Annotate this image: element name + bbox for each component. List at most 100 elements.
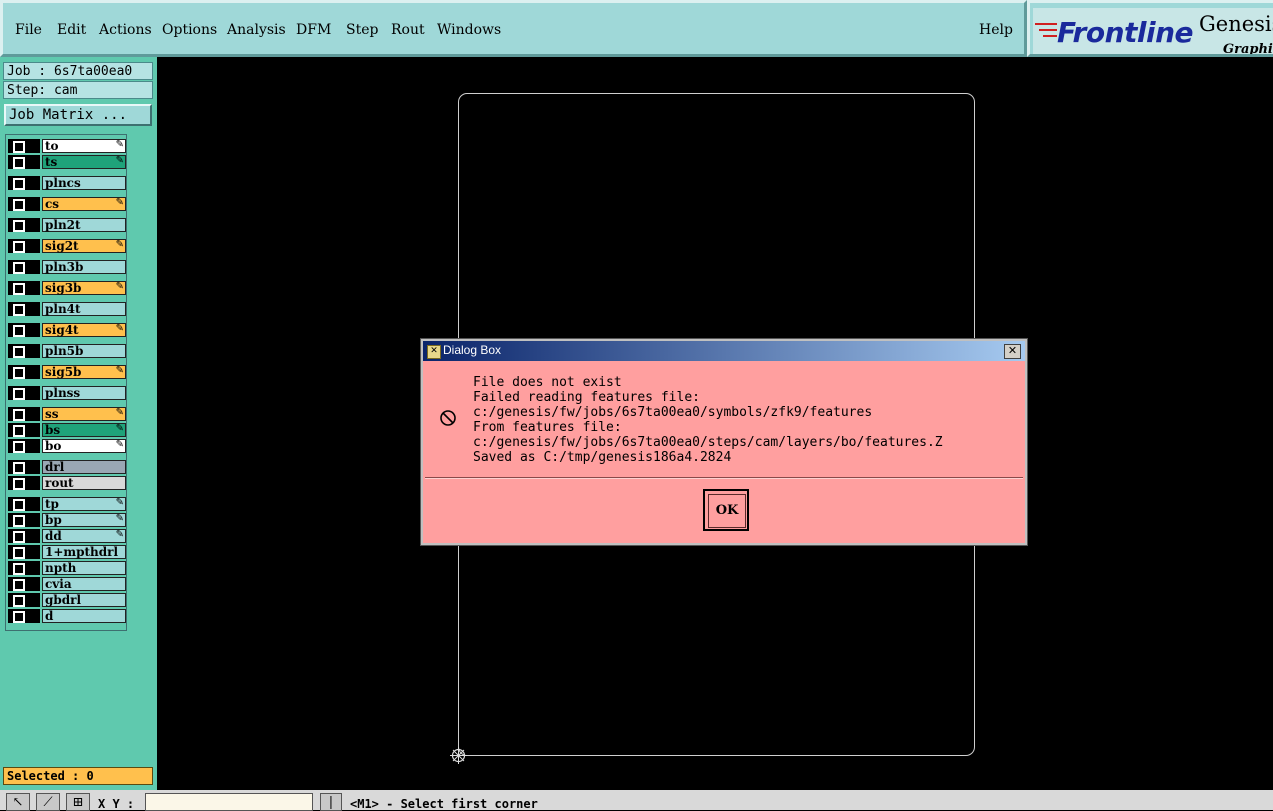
menu-help[interactable]: Help (979, 22, 1013, 38)
layer-row-plncs[interactable]: plncs (8, 176, 126, 190)
layer-name[interactable]: 1+mpthdrl (42, 545, 126, 559)
layer-name[interactable]: pln2t (42, 218, 126, 232)
layer-row-ss[interactable]: ss ✎ (8, 407, 126, 421)
layer-checkbox[interactable] (8, 344, 40, 358)
menu-actions[interactable]: Actions (99, 22, 152, 38)
layer-checkbox[interactable] (8, 407, 40, 421)
xy-input[interactable] (145, 793, 313, 811)
layer-name[interactable]: pln5b (42, 344, 126, 358)
layer-row-gbdrl[interactable]: gbdrl (8, 593, 126, 607)
menu-dfm[interactable]: DFM (296, 22, 331, 38)
layer-name[interactable]: tp (42, 497, 126, 511)
layer-checkbox[interactable] (8, 197, 40, 211)
layer-checkbox[interactable] (8, 529, 40, 543)
layer-name[interactable]: plnss (42, 386, 126, 400)
layer-name[interactable]: gbdrl (42, 593, 126, 607)
layer-row-to[interactable]: to ✎ (8, 139, 126, 153)
layer-name[interactable]: sig4t (42, 323, 126, 337)
layer-checkbox[interactable] (8, 423, 40, 437)
layer-name[interactable]: pln4t (42, 302, 126, 316)
layer-checkbox[interactable] (8, 139, 40, 153)
layer-name[interactable]: drl (42, 460, 126, 474)
layer-name[interactable]: bo (42, 439, 126, 453)
layer-checkbox[interactable] (8, 218, 40, 232)
layer-name[interactable]: sig5b (42, 365, 126, 379)
layer-row-rout[interactable]: rout (8, 476, 126, 490)
layer-row-sig5b[interactable]: sig5b ✎ (8, 365, 126, 379)
layer-checkbox[interactable] (8, 281, 40, 295)
layer-row-cvia[interactable]: cvia (8, 577, 126, 591)
layer-row-bp[interactable]: bp ✎ (8, 513, 126, 527)
layer-row-sig3b[interactable]: sig3b ✎ (8, 281, 126, 295)
layer-name[interactable]: cs (42, 197, 126, 211)
layer-name[interactable]: bp (42, 513, 126, 527)
menu-step[interactable]: Step (346, 22, 378, 38)
layer-name[interactable]: sig2t (42, 239, 126, 253)
layer-name[interactable]: npth (42, 561, 126, 575)
ok-button[interactable]: OK (703, 489, 749, 531)
menu-file[interactable]: File (15, 22, 42, 38)
checkbox-square-icon (13, 346, 25, 358)
layer-checkbox[interactable] (8, 365, 40, 379)
layer-row-1+mpthdrl[interactable]: 1+mpthdrl (8, 545, 126, 559)
layer-row-dd[interactable]: dd ✎ (8, 529, 126, 543)
measure-tool-icon[interactable]: ⟋ (36, 793, 60, 811)
layer-row-drl[interactable]: drl (8, 460, 126, 474)
menu-rout[interactable]: Rout (391, 22, 425, 38)
layer-name[interactable]: pln3b (42, 260, 126, 274)
layer-row-sig4t[interactable]: sig4t ✎ (8, 323, 126, 337)
layer-checkbox[interactable] (8, 260, 40, 274)
checkbox-square-icon (13, 595, 25, 607)
layer-checkbox[interactable] (8, 476, 40, 490)
layer-row-pln4t[interactable]: pln4t (8, 302, 126, 316)
layer-name[interactable]: bs (42, 423, 126, 437)
layer-checkbox[interactable] (8, 593, 40, 607)
layer-checkbox[interactable] (8, 176, 40, 190)
grid-tool-icon[interactable]: ⊞ (66, 793, 90, 811)
layer-name[interactable]: cvia (42, 577, 126, 591)
layer-name[interactable]: sig3b (42, 281, 126, 295)
checkbox-square-icon (13, 579, 25, 591)
layer-row-ts[interactable]: ts ✎ (8, 155, 126, 169)
layer-row-d[interactable]: d (8, 609, 126, 623)
job-matrix-button[interactable]: Job Matrix ... (4, 104, 152, 126)
layer-checkbox[interactable] (8, 323, 40, 337)
layer-name[interactable]: to (42, 139, 126, 153)
dialog-title-bar[interactable]: ✕ Dialog Box ✕ (423, 341, 1025, 361)
layer-name[interactable]: dd (42, 529, 126, 543)
layer-name[interactable]: rout (42, 476, 126, 490)
close-button[interactable]: ✕ (1004, 344, 1021, 359)
layer-name[interactable]: ts (42, 155, 126, 169)
layer-checkbox[interactable] (8, 302, 40, 316)
menu-windows[interactable]: Windows (437, 22, 501, 38)
layer-checkbox[interactable] (8, 439, 40, 453)
layer-checkbox[interactable] (8, 239, 40, 253)
layer-checkbox[interactable] (8, 609, 40, 623)
layer-checkbox[interactable] (8, 460, 40, 474)
layer-row-bo[interactable]: bo ✎ (8, 439, 126, 453)
layer-row-pln3b[interactable]: pln3b (8, 260, 126, 274)
layer-checkbox[interactable] (8, 513, 40, 527)
layer-checkbox[interactable] (8, 561, 40, 575)
cursor-tool-icon[interactable]: | (320, 793, 342, 811)
layer-checkbox[interactable] (8, 386, 40, 400)
layer-checkbox[interactable] (8, 577, 40, 591)
layer-name[interactable]: ss (42, 407, 126, 421)
layer-checkbox[interactable] (8, 545, 40, 559)
layer-checkbox[interactable] (8, 155, 40, 169)
menu-edit[interactable]: Edit (57, 22, 86, 38)
layer-row-tp[interactable]: tp ✎ (8, 497, 126, 511)
layer-row-bs[interactable]: bs ✎ (8, 423, 126, 437)
layer-row-pln5b[interactable]: pln5b (8, 344, 126, 358)
select-tool-icon[interactable]: ↖ (6, 793, 30, 811)
menu-options[interactable]: Options (162, 22, 217, 38)
layer-row-pln2t[interactable]: pln2t (8, 218, 126, 232)
layer-checkbox[interactable] (8, 497, 40, 511)
layer-name[interactable]: plncs (42, 176, 126, 190)
menu-analysis[interactable]: Analysis (227, 22, 286, 38)
layer-row-plnss[interactable]: plnss (8, 386, 126, 400)
layer-name[interactable]: d (42, 609, 126, 623)
layer-row-npth[interactable]: npth (8, 561, 126, 575)
layer-row-cs[interactable]: cs ✎ (8, 197, 126, 211)
layer-row-sig2t[interactable]: sig2t ✎ (8, 239, 126, 253)
